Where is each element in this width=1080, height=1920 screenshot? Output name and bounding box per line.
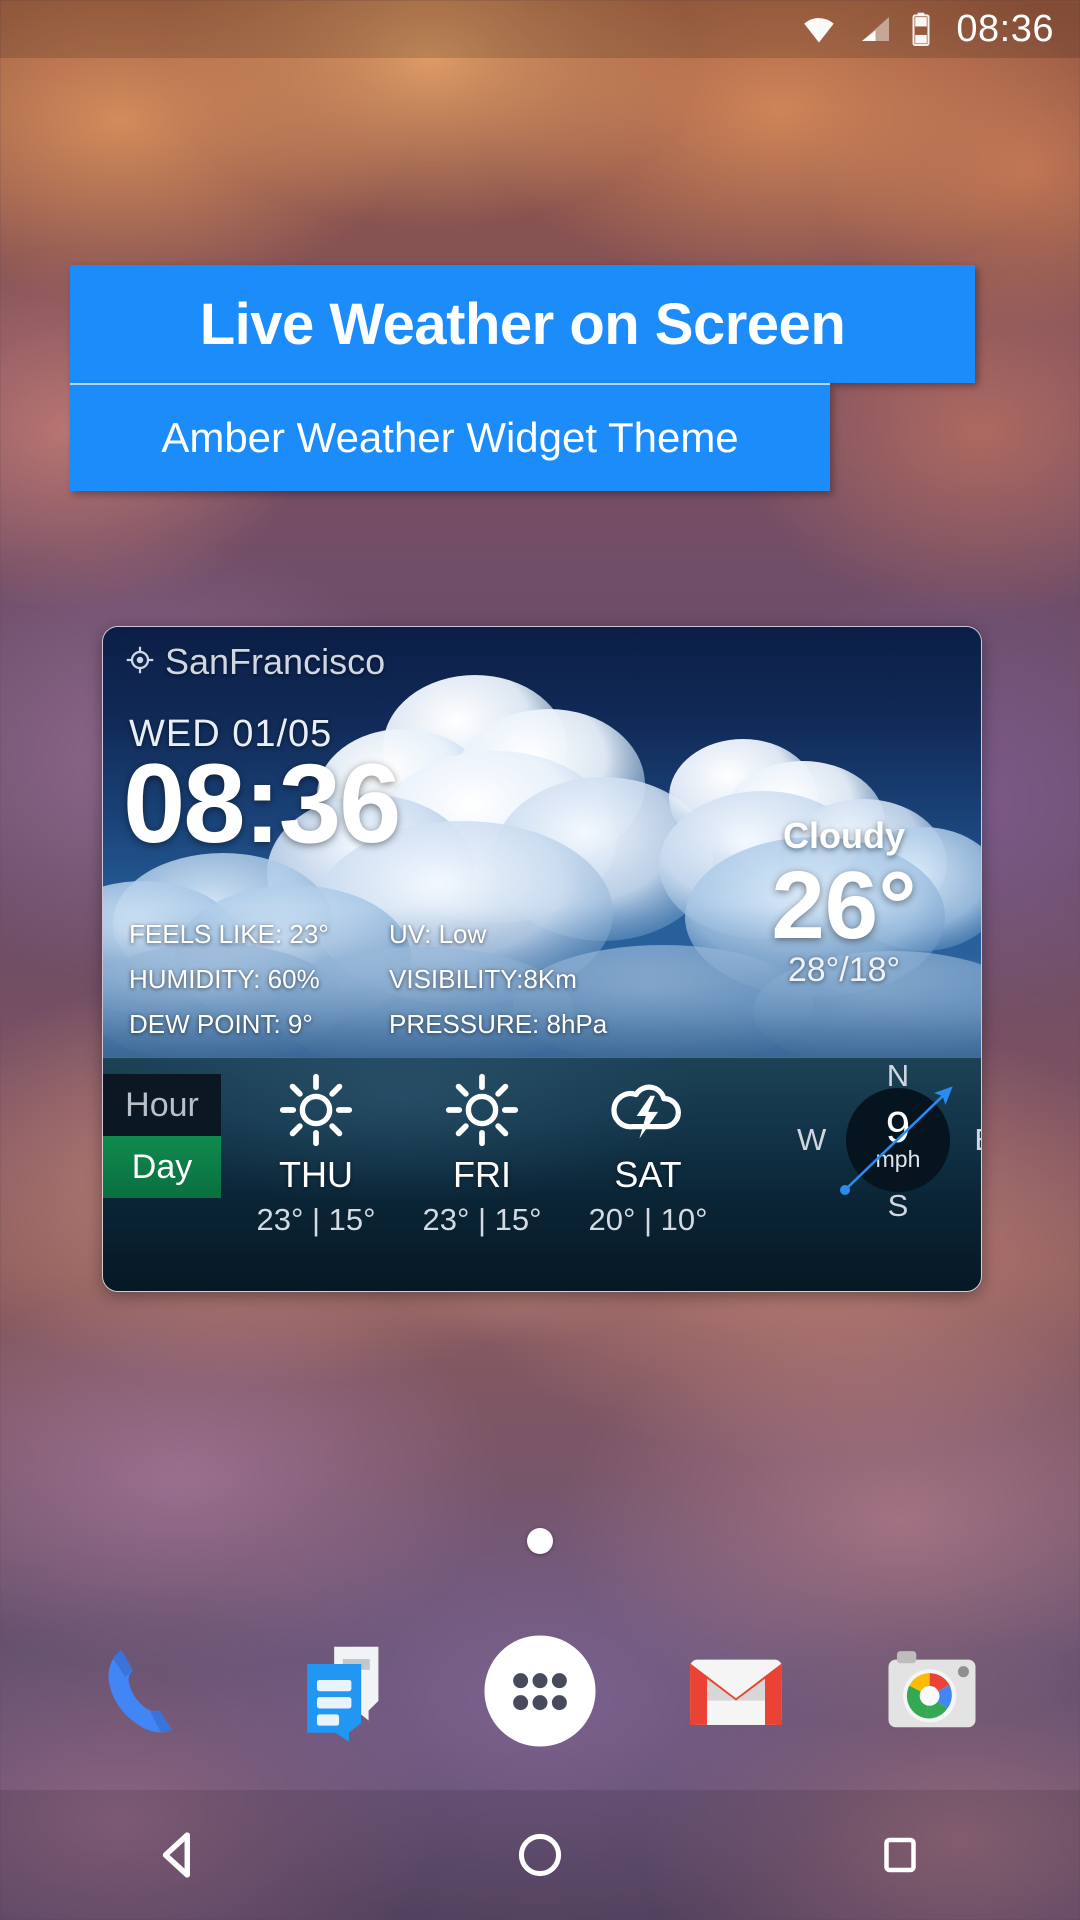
weather-details-grid: FEELS LIKE: 23° UV: Low HUMIDITY: 60% VI… [129, 919, 649, 1040]
promo-title-box: Live Weather on Screen [70, 265, 975, 383]
app-drawer-icon[interactable] [475, 1626, 605, 1756]
back-button[interactable] [105, 1810, 255, 1900]
battery-icon [910, 12, 932, 46]
sun-icon [399, 1068, 565, 1152]
phone-icon[interactable] [83, 1626, 213, 1756]
recents-button[interactable] [825, 1810, 975, 1900]
forecast-mode-toggle[interactable]: Hour Day [103, 1074, 221, 1198]
detail-feels-like: FEELS LIKE: 23° [129, 919, 379, 950]
detail-pressure: PRESSURE: 8hPa [389, 1009, 649, 1040]
current-condition: Cloudy [729, 815, 959, 857]
sun-icon [233, 1068, 399, 1152]
gmail-icon[interactable] [671, 1626, 801, 1756]
messages-icon[interactable] [279, 1626, 409, 1756]
weather-widget-top-panel[interactable]: SanFrancisco WED 01/05 08:36 FEELS LIKE:… [103, 627, 981, 1057]
wifi-icon [800, 14, 838, 44]
detail-visibility: VISIBILITY:8Km [389, 964, 649, 995]
widget-location-name: SanFrancisco [165, 641, 385, 683]
tab-hour[interactable]: Hour [103, 1074, 221, 1136]
weather-widget-forecast-panel[interactable]: Hour Day [103, 1057, 981, 1292]
detail-uv: UV: Low [389, 919, 649, 950]
android-navigation-bar [0, 1790, 1080, 1920]
thunderstorm-icon [565, 1068, 731, 1152]
forecast-day-sat[interactable]: SAT 20° | 10° [565, 1068, 731, 1238]
wind-direction-arrow-icon [823, 1062, 973, 1218]
widget-location-row[interactable]: SanFrancisco [125, 641, 385, 683]
promo-subtitle: Amber Weather Widget Theme [161, 414, 738, 462]
forecast-day-temps: 23° | 15° [233, 1202, 399, 1238]
compass-west-label: W [797, 1122, 826, 1158]
forecast-day-name: SAT [565, 1154, 731, 1196]
home-screen-dock [0, 1596, 1080, 1786]
promo-banner: Live Weather on Screen Amber Weather Wid… [70, 265, 975, 491]
detail-dew-point: DEW POINT: 9° [129, 1009, 379, 1040]
current-temperature: 26° [729, 857, 959, 955]
tab-day[interactable]: Day [103, 1136, 221, 1198]
weather-widget[interactable]: SanFrancisco WED 01/05 08:36 FEELS LIKE:… [102, 626, 982, 1292]
camera-icon[interactable] [867, 1626, 997, 1756]
promo-subtitle-box: Amber Weather Widget Theme [70, 383, 830, 491]
current-high-low: 28°/18° [729, 951, 959, 990]
detail-humidity: HUMIDITY: 60% [129, 964, 379, 995]
forecast-day-temps: 20° | 10° [565, 1202, 731, 1238]
forecast-day-name: THU [233, 1154, 399, 1196]
current-weather-block: Cloudy 26° 28°/18° [729, 815, 959, 990]
home-button[interactable] [465, 1810, 615, 1900]
forecast-day-temps: 23° | 15° [399, 1202, 565, 1238]
page-indicator-dot[interactable] [527, 1528, 553, 1554]
gps-crosshair-icon [125, 645, 155, 680]
forecast-day-fri[interactable]: FRI 23° | 15° [399, 1068, 565, 1238]
status-bar: 08:36 [0, 0, 1080, 58]
promo-title: Live Weather on Screen [200, 291, 846, 358]
status-bar-clock: 08:36 [956, 8, 1054, 51]
compass-east-label: E [974, 1122, 982, 1158]
forecast-day-thu[interactable]: THU 23° | 15° [233, 1068, 399, 1238]
widget-clock[interactable]: 08:36 [123, 745, 399, 863]
wind-compass: N S W E 9 mph [823, 1062, 973, 1218]
forecast-day-name: FRI [399, 1154, 565, 1196]
cellular-signal-icon [856, 14, 892, 44]
forecast-days-row: THU 23° | 15° [233, 1068, 731, 1238]
